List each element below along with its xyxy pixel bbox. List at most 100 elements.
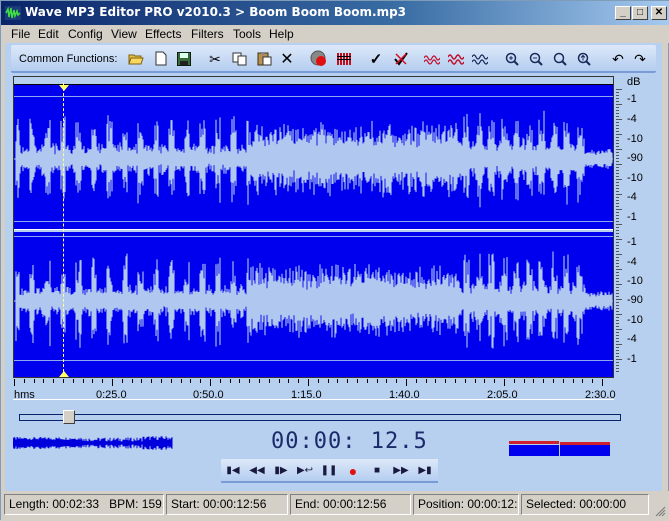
zoom-in-button[interactable]: [502, 49, 522, 69]
menu-effects[interactable]: Effects: [145, 27, 181, 41]
db-tick: [616, 212, 619, 213]
db-tick: [616, 317, 619, 318]
db-tick: [616, 185, 619, 186]
window-title: Wave MP3 Editor PRO v2010.3 > Boom Boom …: [25, 5, 407, 19]
wave-effect-1-button[interactable]: [422, 49, 442, 69]
ruler-tick: [43, 379, 45, 383]
status-length-bpm: Length: 00:02:33 BPM: 159.96: [4, 494, 164, 515]
title-bar[interactable]: Wave MP3 Editor PRO v2010.3 > Boom Boom …: [1, 1, 669, 25]
ruler-tick: [161, 379, 162, 383]
db-tick: [616, 275, 619, 276]
ruler-tick: [445, 379, 447, 383]
meter-right-level: [560, 445, 610, 456]
ruler-tick: [141, 379, 143, 383]
menu-filters[interactable]: Filters: [191, 27, 224, 41]
copy-button[interactable]: [229, 49, 249, 69]
db-tick: [616, 122, 619, 123]
time-ruler[interactable]: hms 0:25.0 0:50.0 1:15.0 1:40.0 2:05.0 2…: [13, 378, 616, 401]
cursor-bottom-marker: [59, 371, 69, 377]
menu-tools[interactable]: Tools: [233, 27, 261, 41]
open-button[interactable]: [126, 49, 146, 69]
db-tick: [616, 125, 619, 126]
paste-button[interactable]: [254, 49, 274, 69]
db-tick: [616, 92, 619, 93]
play-loop-icon: ▶↩: [296, 465, 314, 476]
play-button[interactable]: ▮▶: [271, 462, 291, 480]
record-settings-button[interactable]: [309, 49, 329, 69]
stop-button[interactable]: ■: [367, 462, 387, 480]
db-tick: [616, 152, 619, 153]
menu-bar: File Edit Config View Effects Filters To…: [1, 25, 669, 43]
menu-view[interactable]: View: [111, 27, 137, 41]
selection-strip[interactable]: [14, 77, 613, 85]
waveform-editor[interactable]: [13, 76, 614, 378]
left-channel-waveform: [14, 110, 613, 208]
zoom-selection-button[interactable]: [574, 49, 594, 69]
db-label: -1: [627, 211, 637, 223]
status-bpm: BPM: 159.96: [109, 497, 163, 511]
menu-file[interactable]: File: [11, 27, 30, 41]
time-label: 2:30.0: [585, 389, 616, 401]
copy-icon: [232, 52, 246, 66]
menu-edit[interactable]: Edit: [38, 27, 59, 41]
record-button[interactable]: ●: [343, 462, 363, 480]
left-channel[interactable]: [14, 86, 613, 228]
db-tick: [616, 323, 619, 324]
wave-effect-3-button[interactable]: [470, 49, 490, 69]
db-tick: [616, 353, 619, 354]
pause-button[interactable]: ❚❚: [319, 462, 339, 480]
ruler-tick: [376, 379, 378, 383]
db-tick: [616, 221, 619, 222]
menu-config[interactable]: Config: [68, 27, 103, 41]
beats-button[interactable]: [334, 49, 354, 69]
resize-grip-icon[interactable]: [654, 505, 666, 517]
delete-button[interactable]: ✕: [277, 49, 297, 69]
right-channel[interactable]: [14, 232, 613, 377]
status-bar: Length: 00:02:33 BPM: 159.96 Start: 00:0…: [1, 491, 669, 521]
select-all-button[interactable]: ✓: [366, 49, 386, 69]
minimize-button[interactable]: _: [615, 6, 631, 20]
db-tick: [616, 296, 619, 297]
zoom-out-button[interactable]: [526, 49, 546, 69]
fast-forward-button[interactable]: ▶▶: [391, 462, 411, 480]
close-button[interactable]: ✕: [651, 6, 667, 20]
db-tick: [616, 107, 619, 108]
db-tick: [616, 272, 619, 273]
db-tick: [616, 248, 619, 249]
fast-forward-icon: ▶▶: [393, 465, 409, 476]
rewind-button[interactable]: ◀◀: [247, 462, 267, 480]
undo-button[interactable]: ↶: [608, 49, 628, 69]
db-label: -1: [627, 353, 637, 365]
go-start-button[interactable]: ▮◀: [223, 462, 243, 480]
cut-button[interactable]: ✂: [205, 49, 225, 69]
db-tick: [616, 344, 622, 345]
ruler-tick: [298, 379, 300, 383]
overview-waveform[interactable]: [13, 433, 173, 453]
new-button[interactable]: [151, 49, 171, 69]
maximize-button[interactable]: □: [632, 6, 648, 20]
playback-cursor[interactable]: [63, 83, 64, 377]
db-tick: [616, 224, 622, 225]
go-end-button[interactable]: ▶▮: [415, 462, 435, 480]
ruler-tick: [357, 379, 358, 383]
play-loop-button[interactable]: ▶↩: [295, 462, 315, 480]
db-label: -4: [627, 256, 637, 268]
save-button[interactable]: [174, 49, 194, 69]
position-slider-thumb[interactable]: [63, 410, 75, 424]
ruler-tick: [210, 379, 211, 386]
redo-button[interactable]: ↷: [630, 49, 650, 69]
deselect-button[interactable]: [391, 49, 411, 69]
db-tick: [616, 368, 619, 369]
db-tick: [616, 329, 622, 330]
ruler-tick: [464, 379, 466, 383]
db-tick: [616, 332, 619, 333]
zoom-fit-button[interactable]: [550, 49, 570, 69]
db-tick: [616, 113, 619, 114]
menu-help[interactable]: Help: [269, 27, 294, 41]
position-slider-track[interactable]: [19, 414, 621, 421]
wave-effect-2-button[interactable]: [446, 49, 466, 69]
ruler-tick: [396, 379, 398, 383]
ruler-tick: [219, 379, 221, 383]
pause-icon: ❚❚: [320, 465, 338, 476]
db-tick: [616, 218, 619, 219]
